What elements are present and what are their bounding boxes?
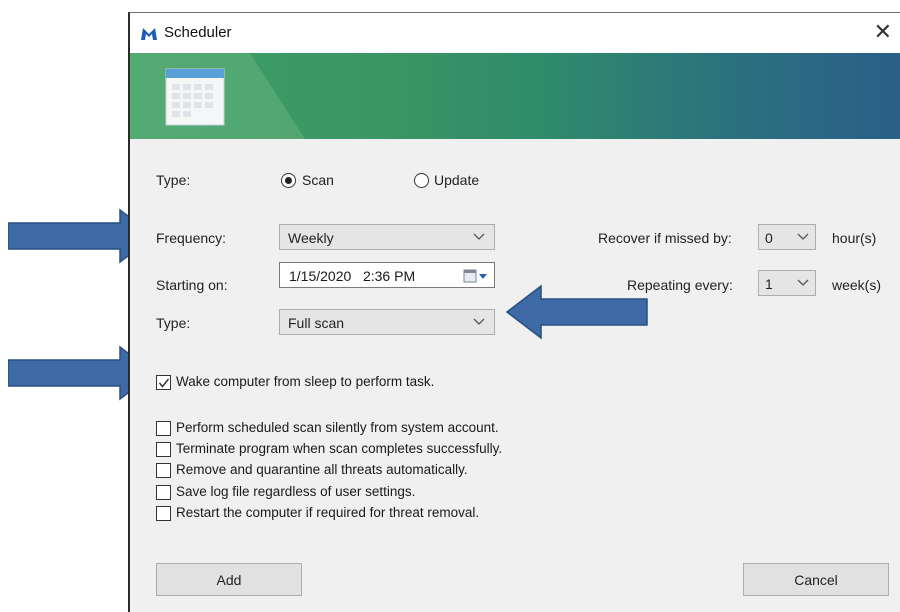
- title-bar: Scheduler ✕: [130, 13, 900, 53]
- scan-type-value: Full scan: [288, 315, 345, 331]
- recover-unit: hour(s): [832, 230, 877, 246]
- start-time: 2:36 PM: [362, 268, 416, 284]
- annotation-arrow-scan-type: [505, 284, 648, 340]
- option-checkbox-terminate[interactable]: [156, 442, 171, 457]
- chevron-down-icon: [797, 233, 809, 240]
- checkmark-icon: [158, 378, 170, 388]
- update-radio-label[interactable]: Update: [434, 172, 479, 188]
- wake-checkbox[interactable]: [156, 375, 171, 390]
- repeating-dropdown[interactable]: 1: [758, 270, 816, 296]
- banner-decoration: [130, 53, 305, 139]
- recover-hours-dropdown[interactable]: 0: [758, 224, 816, 250]
- option-label-save-log[interactable]: Save log file regardless of user setting…: [176, 484, 415, 499]
- option-label-silent[interactable]: Perform scheduled scan silently from sys…: [176, 420, 499, 435]
- add-button[interactable]: Add: [156, 563, 302, 596]
- cancel-button[interactable]: Cancel: [743, 563, 889, 596]
- option-label-restart[interactable]: Restart the computer if required for thr…: [176, 505, 479, 520]
- scan-radio-label[interactable]: Scan: [302, 172, 334, 188]
- type-label: Type:: [156, 172, 191, 188]
- option-checkbox-restart[interactable]: [156, 506, 171, 521]
- starting-on-label: Starting on:: [156, 277, 228, 293]
- frequency-value: Weekly: [288, 230, 334, 246]
- close-button[interactable]: ✕: [874, 20, 892, 44]
- recover-label: Recover if missed by:: [598, 230, 732, 246]
- window-title: Scheduler: [164, 24, 232, 41]
- scan-type-dropdown[interactable]: Full scan: [279, 309, 495, 335]
- option-label-terminate[interactable]: Terminate program when scan completes su…: [176, 441, 502, 456]
- chevron-down-icon: [473, 318, 485, 325]
- chevron-down-icon: [797, 279, 809, 286]
- update-radio[interactable]: [414, 173, 429, 188]
- frequency-dropdown[interactable]: Weekly: [279, 224, 495, 250]
- start-date: 1/15/2020: [289, 268, 352, 284]
- repeating-unit: week(s): [832, 277, 882, 293]
- wake-checkbox-label[interactable]: Wake computer from sleep to perform task…: [176, 374, 434, 389]
- calendar-dropdown-icon[interactable]: [463, 268, 489, 284]
- start-datetime-picker[interactable]: 1/15/2020 2:36 PM: [279, 262, 495, 288]
- option-label-quarantine[interactable]: Remove and quarantine all threats automa…: [176, 462, 468, 477]
- malwarebytes-logo-icon: [141, 28, 157, 40]
- scan-radio[interactable]: [281, 173, 296, 188]
- recover-value: 0: [765, 230, 773, 246]
- repeating-value: 1: [765, 276, 773, 292]
- option-checkbox-save-log[interactable]: [156, 485, 171, 500]
- scan-type-label: Type:: [156, 315, 191, 331]
- calendar-icon: [165, 68, 225, 126]
- option-checkbox-quarantine[interactable]: [156, 463, 171, 478]
- chevron-down-icon: [473, 233, 485, 240]
- header-banner: [130, 53, 900, 139]
- option-checkbox-silent[interactable]: [156, 421, 171, 436]
- start-datetime-text: 1/15/2020 2:36 PM: [289, 268, 415, 284]
- frequency-label: Frequency:: [156, 230, 227, 246]
